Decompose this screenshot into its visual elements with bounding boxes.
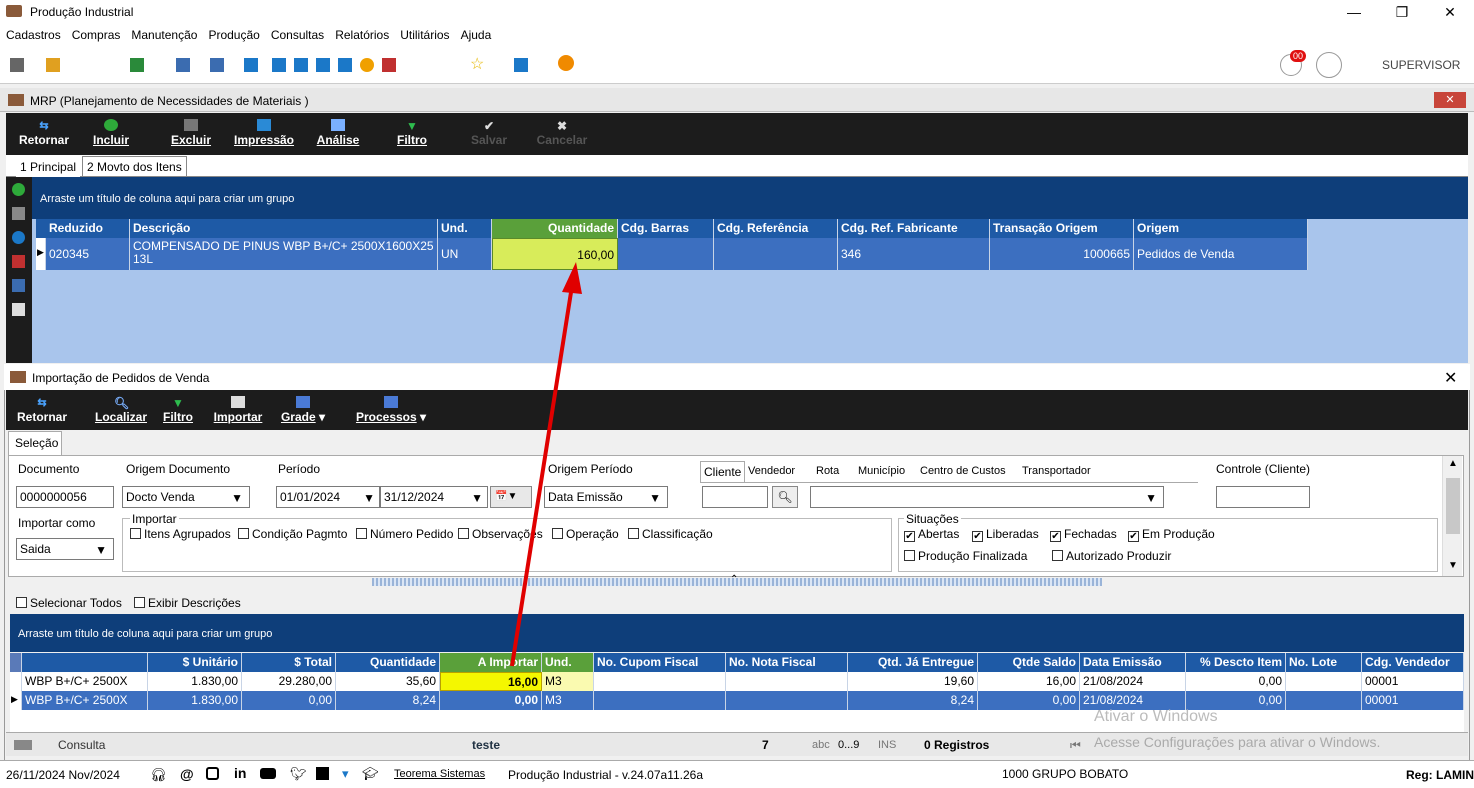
- annotation-arrow: [510, 262, 582, 667]
- arrow-line: [510, 285, 574, 667]
- arrow-head: [562, 262, 582, 294]
